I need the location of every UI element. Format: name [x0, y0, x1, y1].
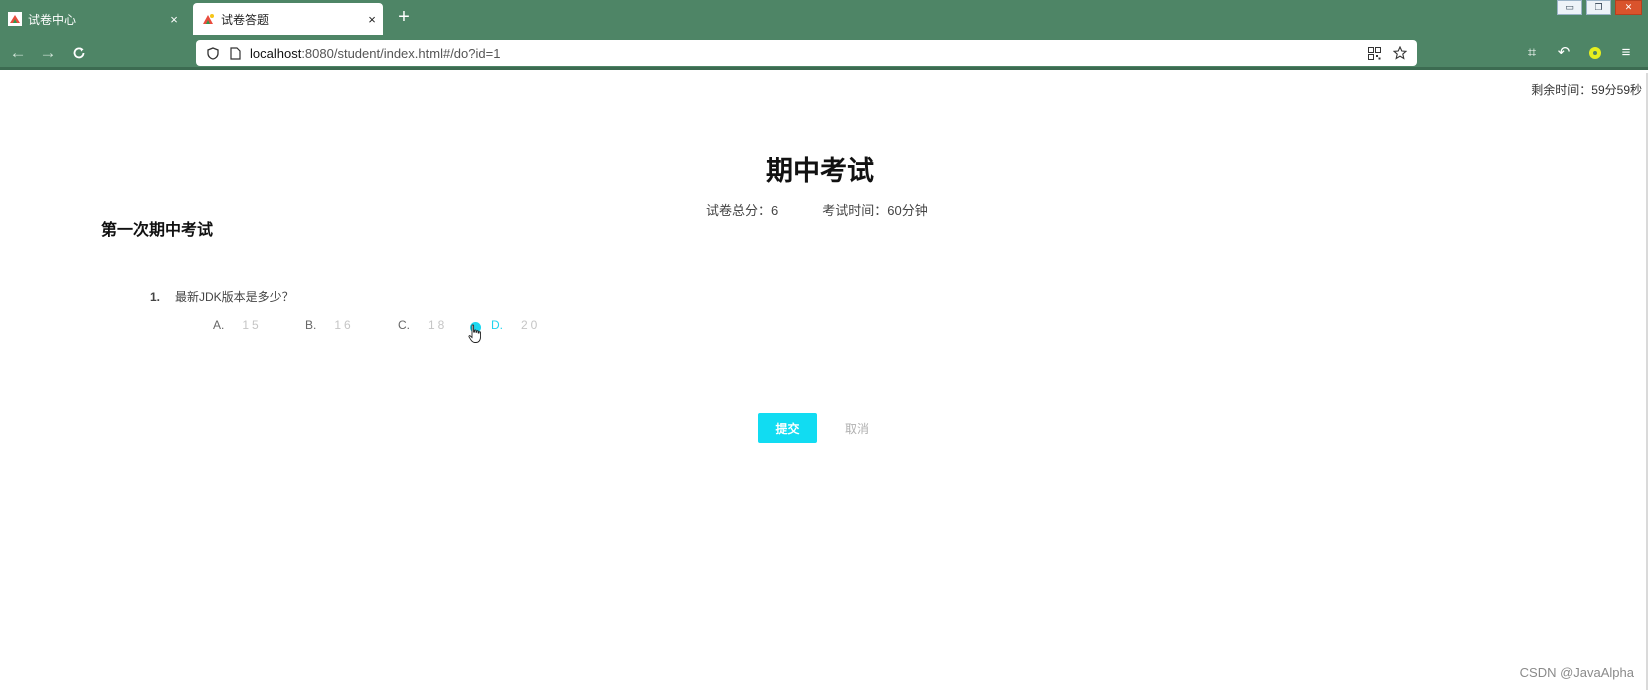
option-value: 20	[521, 318, 541, 332]
url-actions	[1363, 42, 1411, 64]
exam-meta: 试卷总分：6 考试时间：60分钟	[706, 200, 928, 219]
option-d[interactable]: D. 20	[491, 318, 540, 332]
tab-exam-answer[interactable]: 试卷答题 ×	[193, 3, 383, 35]
window-close-icon[interactable]: ✕	[1615, 0, 1642, 15]
tab-title: 试卷中心	[28, 12, 77, 27]
new-tab-button[interactable]: +	[392, 6, 416, 30]
question-text: 最新JDK版本是多少？	[175, 290, 294, 304]
option-value: 18	[428, 318, 448, 332]
bookmark-star-icon[interactable]	[1389, 42, 1411, 64]
exam-page: 剩余时间：59分59秒 期中考试 试卷总分：6 考试时间：60分钟 第一次期中考试…	[0, 73, 1648, 690]
tab-close-icon[interactable]: ×	[163, 12, 185, 27]
undo-arrow-icon[interactable]: ↶	[1552, 41, 1576, 65]
site-favicon-icon	[201, 12, 215, 26]
browser-toolbar: ← → localhost:8080/student/index.html#/d…	[0, 35, 1648, 70]
url-host: localhost	[250, 45, 302, 61]
address-bar[interactable]: localhost:8080/student/index.html#/do?id…	[196, 40, 1417, 66]
browser-tab-bar: 试卷中心 × 试卷答题 × + ▭ ❐ ✕	[0, 0, 1648, 35]
option-a[interactable]: A. 15	[213, 318, 262, 332]
submit-button[interactable]: 提交	[758, 413, 817, 443]
reload-icon[interactable]	[67, 41, 91, 65]
total-score: 试卷总分：6	[706, 203, 779, 218]
option-letter: C.	[398, 318, 410, 332]
qr-code-icon[interactable]	[1363, 42, 1385, 64]
option-value: 15	[242, 318, 262, 332]
paper-title: 第一次期中考试	[101, 222, 214, 239]
minimize-icon[interactable]: ▭	[1557, 0, 1582, 15]
tab-exam-center[interactable]: 试卷中心 ×	[0, 3, 185, 35]
option-letter: A.	[213, 318, 225, 332]
question-number: 1.	[150, 290, 161, 304]
option-b[interactable]: B. 16	[305, 318, 354, 332]
forward-arrow-icon[interactable]: →	[36, 41, 60, 65]
remaining-time: 剩余时间：59分59秒	[1531, 83, 1642, 97]
screenshot-crop-icon[interactable]: ⌗	[1520, 41, 1544, 65]
window-controls: ▭ ❐ ✕	[1557, 0, 1642, 15]
page-icon	[224, 42, 246, 64]
restore-icon[interactable]: ❐	[1586, 0, 1611, 15]
back-arrow-icon[interactable]: ←	[6, 41, 30, 65]
option-c[interactable]: C. 18	[398, 318, 447, 332]
cancel-button[interactable]: 取消	[835, 413, 879, 443]
menu-hamburger-icon[interactable]: ≡	[1614, 41, 1638, 65]
tab-title: 试卷答题	[221, 12, 270, 27]
exam-duration: 考试时间：60分钟	[822, 203, 928, 218]
exam-title: 期中考试	[766, 156, 874, 186]
shield-icon[interactable]	[202, 42, 224, 64]
csdn-watermark: CSDN @JavaAlpha	[1519, 665, 1634, 680]
option-letter: D.	[491, 318, 503, 332]
url-path: :8080/student/index.html#/do?id=1	[301, 45, 501, 61]
question-item: 1. 最新JDK版本是多少？	[150, 288, 294, 305]
option-letter: B.	[305, 318, 317, 332]
site-favicon-icon	[8, 12, 22, 26]
extension-icon[interactable]	[1583, 41, 1607, 65]
option-value: 16	[334, 318, 354, 332]
hand-cursor-icon	[468, 324, 481, 343]
tab-close-icon[interactable]: ×	[361, 12, 383, 27]
